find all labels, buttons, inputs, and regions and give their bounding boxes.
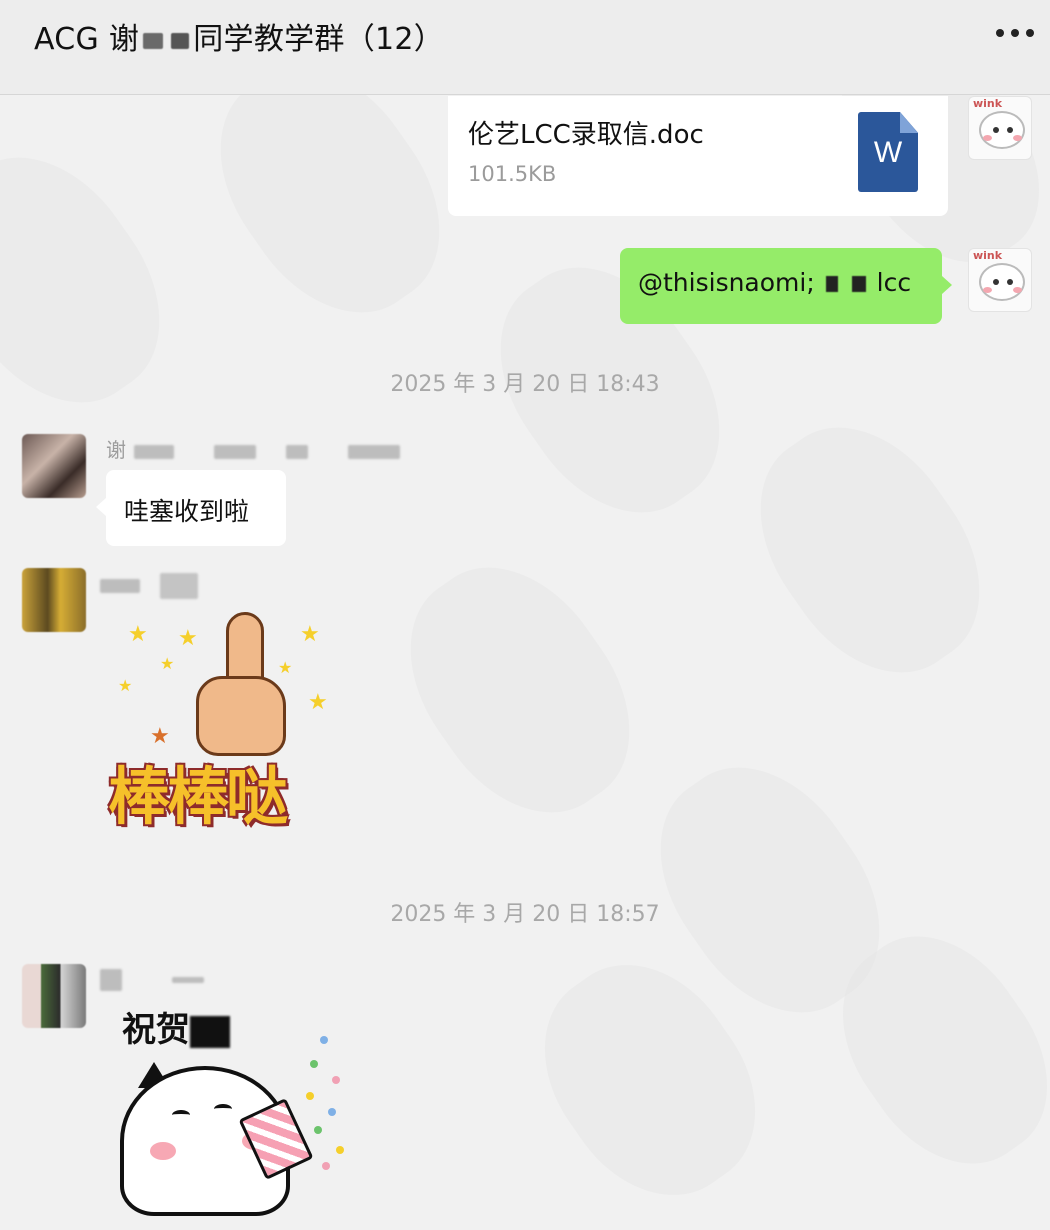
sticker-text: 棒棒哒 [108, 760, 288, 833]
chat-title-left: ACG 谢 [34, 22, 140, 57]
received-message-bubble[interactable]: 哇塞收到啦 [96, 470, 286, 546]
mention-left: @thisisnaomi; [638, 268, 815, 297]
avatar[interactable] [22, 964, 86, 1028]
sender-name: 谢 [106, 434, 400, 463]
congrats-sticker[interactable]: 祝贺 [110, 996, 370, 1216]
chat-title-right: 同学教学群（12） [193, 22, 445, 57]
sender-name [100, 572, 198, 599]
sent-message-bubble[interactable]: @thisisnaomi; lcc [620, 248, 952, 324]
more-dots-icon[interactable] [996, 22, 1034, 44]
redacted-block [851, 276, 866, 292]
file-name: 伦艺LCC录取信.doc [468, 120, 704, 150]
timestamp: 2025 年 3 月 20 日 18:43 [390, 372, 660, 397]
sender-name-text: 谢 [106, 438, 126, 462]
message-text: @thisisnaomi; lcc [638, 268, 911, 297]
mention-right: lcc [876, 268, 912, 297]
avatar[interactable]: wink [968, 248, 1032, 312]
sticker-text-main: 祝贺 [122, 1010, 190, 1050]
thumbs-up-icon [226, 612, 264, 686]
avatar[interactable] [22, 568, 86, 632]
avatar[interactable] [22, 434, 86, 498]
chat-header: ACG 谢 同学教学群（12） [0, 0, 1050, 95]
file-size: 101.5KB [468, 162, 557, 186]
sticker-text: 祝贺 [122, 1002, 230, 1051]
redacted-block [171, 32, 190, 49]
file-message[interactable]: 伦艺LCC录取信.doc 101.5KB W [448, 96, 948, 216]
redacted-block [143, 32, 164, 49]
thumbs-up-sticker[interactable]: ★ ★ ★ ★ ★ ★ ★ ★ ★ 棒棒哒 [100, 606, 350, 846]
redacted-block [825, 276, 838, 292]
timestamp: 2025 年 3 月 20 日 18:57 [390, 902, 660, 927]
message-text: 哇塞收到啦 [124, 497, 250, 526]
fist-icon [196, 676, 286, 756]
sender-name [100, 966, 204, 991]
chat-title: ACG 谢 同学教学群（12） [34, 14, 444, 58]
avatar[interactable]: wink [968, 96, 1032, 160]
chat-area[interactable]: wink 伦艺LCC录取信.doc 101.5KB W wink @thisis… [0, 96, 1050, 1216]
doc-letter: W [873, 136, 903, 169]
